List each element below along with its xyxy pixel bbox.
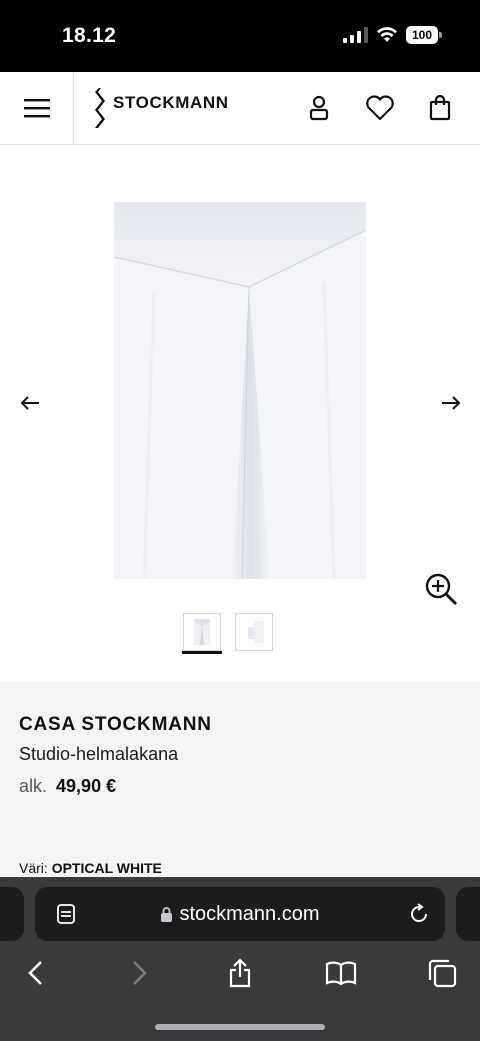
color-label: Väri: — [19, 860, 48, 876]
share-icon — [229, 958, 251, 988]
previous-image-arrow-icon[interactable] — [18, 391, 42, 415]
bag-icon — [429, 95, 451, 121]
reload-icon[interactable] — [407, 902, 431, 926]
browser-toolbar: stockmann.com — [0, 877, 480, 1041]
previous-tab-peek[interactable] — [0, 887, 24, 941]
active-thumbnail-indicator — [182, 651, 222, 654]
bed-skirt-photo — [114, 202, 366, 579]
bookmarks-button[interactable] — [325, 957, 357, 989]
status-time: 18.12 — [62, 24, 117, 47]
product-price: 49,90 € — [56, 776, 117, 796]
battery-level: 100 — [406, 26, 438, 44]
wishlist-button[interactable] — [364, 94, 396, 122]
wifi-icon — [377, 27, 397, 42]
share-button[interactable] — [224, 957, 256, 989]
address-bar[interactable]: stockmann.com — [35, 887, 445, 941]
battery-icon: 100 — [406, 26, 442, 44]
tabs-icon — [428, 959, 457, 988]
color-value: OPTICAL WHITE — [51, 860, 162, 876]
thumbnail-1[interactable] — [183, 613, 221, 651]
next-image-arrow-icon[interactable] — [439, 391, 463, 415]
thumbnail-image-side — [248, 621, 264, 643]
status-bar: 18.12 100 — [0, 0, 480, 72]
account-button[interactable] — [305, 94, 333, 122]
next-tab-peek[interactable] — [456, 887, 480, 941]
chevron-left-icon — [28, 961, 42, 985]
color-row: Väri: OPTICAL WHITE — [19, 860, 162, 876]
menu-button[interactable] — [0, 72, 74, 144]
book-icon — [325, 961, 357, 986]
price-row: alk. 49,90 € — [19, 776, 116, 797]
product-info: CASA STOCKMANN Studio-helmalakana alk. 4… — [0, 682, 480, 882]
address-url[interactable]: stockmann.com — [179, 903, 319, 926]
zoom-in-icon[interactable] — [424, 572, 458, 606]
cellular-signal-icon — [343, 27, 368, 43]
stockmann-logo-mark — [95, 88, 105, 128]
site-header: STOCKMANN — [0, 72, 480, 145]
cart-button[interactable] — [426, 94, 454, 122]
price-prefix: alk. — [19, 776, 48, 796]
chevron-right-icon — [133, 961, 147, 985]
menu-icon — [23, 99, 50, 118]
account-icon — [309, 95, 329, 121]
back-button[interactable] — [20, 957, 52, 989]
lock-icon — [161, 907, 173, 922]
product-brand[interactable]: CASA STOCKMANN — [19, 714, 212, 736]
forward-button[interactable] — [123, 957, 155, 989]
tabs-button[interactable] — [426, 957, 458, 989]
product-name: Studio-helmalakana — [19, 744, 179, 764]
product-image[interactable] — [114, 202, 366, 579]
thumbnail-image-front — [194, 619, 210, 645]
stockmann-logo[interactable]: STOCKMANN — [92, 88, 229, 128]
thumbnail-2[interactable] — [235, 613, 273, 651]
stockmann-wordmark: STOCKMANN — [113, 93, 229, 112]
heart-icon — [366, 95, 394, 121]
product-gallery — [0, 146, 480, 682]
home-indicator — [155, 1024, 325, 1030]
